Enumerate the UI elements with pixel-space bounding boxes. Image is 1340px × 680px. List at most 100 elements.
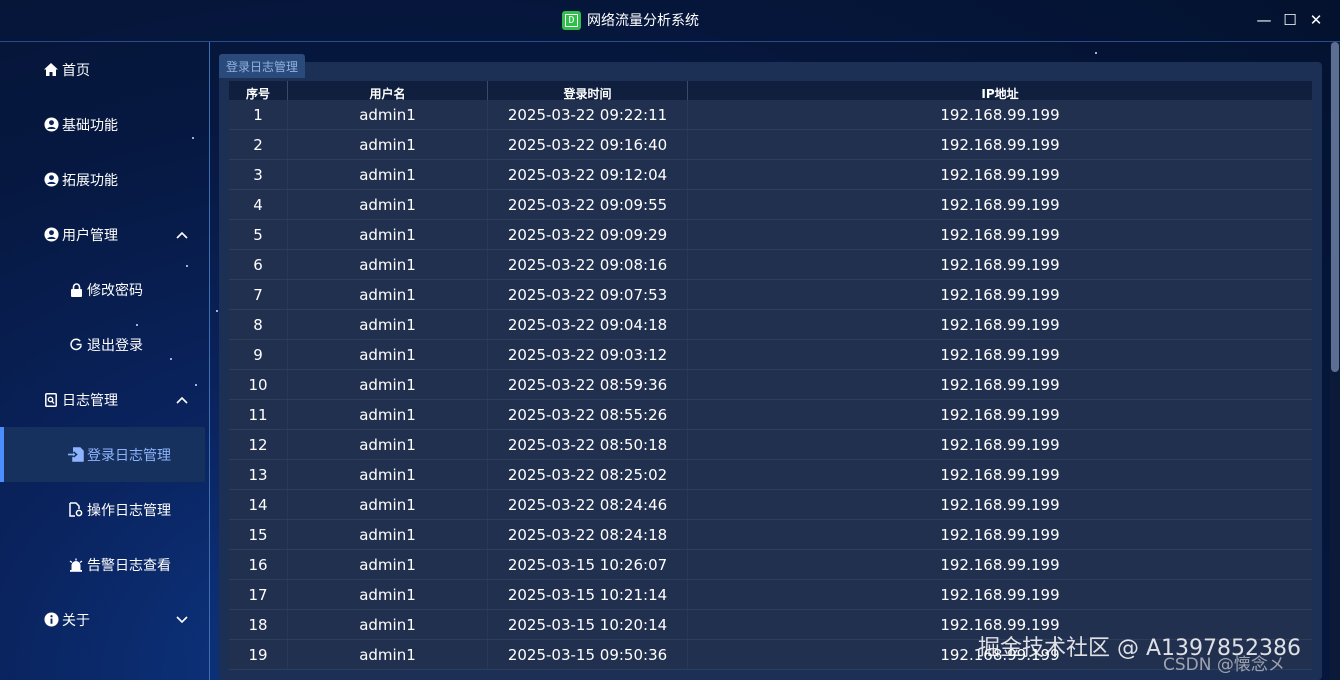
- sidebar: 首页 基础功能 拓展功能 用户管理 修改密码 退出登录 日志管理 登录日志管理 …: [0, 42, 209, 680]
- sidebar-item-operation-log[interactable]: 操作日志管理: [0, 482, 205, 537]
- sidebar-item-about[interactable]: 关于: [0, 592, 205, 647]
- cell-username: admin1: [288, 400, 488, 429]
- active-indicator: [0, 427, 4, 482]
- cell-login-time: 2025-03-15 10:20:14: [488, 610, 688, 639]
- table-row[interactable]: 8 admin1 2025-03-22 09:04:18 192.168.99.199: [229, 310, 1312, 340]
- maximize-button[interactable]: ☐: [1280, 10, 1300, 30]
- cell-username: admin1: [288, 460, 488, 489]
- cell-ip-address: 192.168.99.199: [940, 165, 1060, 184]
- sidebar-item-label: 基础功能: [62, 117, 118, 134]
- sidebar-item-user-management[interactable]: 用户管理: [0, 207, 205, 262]
- cell-login-time: 2025-03-22 09:08:16: [488, 250, 688, 279]
- chevron-up-icon: [176, 393, 188, 407]
- cell-ip-address: 192.168.99.199: [940, 525, 1060, 544]
- cell-index: 4: [229, 190, 288, 219]
- cell-login-time: 2025-03-15 10:26:07: [488, 550, 688, 579]
- watermark-text-secondary: CSDN @懐念メ: [1163, 655, 1285, 675]
- cell-login-time: 2025-03-22 08:55:26: [488, 400, 688, 429]
- cell-username: admin1: [288, 550, 488, 579]
- scrollbar-thumb[interactable]: [1331, 42, 1339, 372]
- table-row[interactable]: 16 admin1 2025-03-15 10:26:07 192.168.99.19…: [229, 550, 1312, 580]
- table-row[interactable]: 11 admin1 2025-03-22 08:55:26 192.168.99.19…: [229, 400, 1312, 430]
- sidebar-item-label: 登录日志管理: [87, 447, 171, 464]
- cell-ip-address: 192.168.99.199: [940, 495, 1060, 514]
- cell-index: 7: [229, 280, 288, 309]
- cell-index: 19: [229, 640, 288, 669]
- cell-login-time: 2025-03-22 08:24:46: [488, 490, 688, 519]
- table-row[interactable]: 12 admin1 2025-03-22 08:50:18 192.168.99.19…: [229, 430, 1312, 460]
- cell-ip-address: 192.168.99.199: [940, 225, 1060, 244]
- logout-icon: [68, 337, 84, 353]
- cell-index: 2: [229, 130, 288, 159]
- table-row[interactable]: 1 admin1 2025-03-22 09:22:11 192.168.99.199: [229, 100, 1312, 130]
- minimize-button[interactable]: —: [1254, 10, 1274, 30]
- sidebar-item-label: 拓展功能: [62, 172, 118, 189]
- sidebar-item-home[interactable]: 首页: [0, 42, 205, 97]
- window-title-text: 网络流量分析系统: [587, 13, 699, 29]
- cell-login-time: 2025-03-22 09:09:29: [488, 220, 688, 249]
- cell-ip-address: 192.168.99.199: [940, 255, 1060, 274]
- cell-login-time: 2025-03-22 09:03:12: [488, 340, 688, 369]
- table-row[interactable]: 7 admin1 2025-03-22 09:07:53 192.168.99.199: [229, 280, 1312, 310]
- lock-icon: [68, 282, 84, 298]
- cell-username: admin1: [288, 280, 488, 309]
- close-button[interactable]: ✕: [1306, 10, 1326, 30]
- sidebar-item-logout[interactable]: 退出登录: [0, 317, 205, 372]
- table-row[interactable]: 14 admin1 2025-03-22 08:24:46 192.168.99.19…: [229, 490, 1312, 520]
- cell-index: 9: [229, 340, 288, 369]
- cell-ip-address: 192.168.99.199: [940, 285, 1060, 304]
- cell-index: 17: [229, 580, 288, 609]
- cell-ip-address: 192.168.99.199: [940, 345, 1060, 364]
- cell-login-time: 2025-03-22 08:25:02: [488, 460, 688, 489]
- tab-login-log[interactable]: 登录日志管理: [219, 54, 305, 78]
- sidebar-item-label: 首页: [62, 62, 90, 79]
- chevron-up-icon: [176, 228, 188, 242]
- sidebar-item-label: 日志管理: [62, 392, 118, 409]
- sidebar-item-login-log[interactable]: 登录日志管理: [0, 427, 205, 482]
- home-icon: [43, 62, 59, 78]
- sidebar-item-alarm-log[interactable]: 告警日志查看: [0, 537, 205, 592]
- table-body: 1 admin1 2025-03-22 09:22:11 192.168.99.199…: [229, 100, 1312, 675]
- star-decoration: [216, 310, 218, 312]
- cell-login-time: 2025-03-22 09:12:04: [488, 160, 688, 189]
- operation-file-icon: [68, 502, 84, 518]
- table-row[interactable]: 2 admin1 2025-03-22 09:16:40 192.168.99.199: [229, 130, 1312, 160]
- cell-login-time: 2025-03-22 09:04:18: [488, 310, 688, 339]
- table-row[interactable]: 6 admin1 2025-03-22 09:08:16 192.168.99.199: [229, 250, 1312, 280]
- sidebar-item-extended[interactable]: 拓展功能: [0, 152, 205, 207]
- sidebar-item-basic[interactable]: 基础功能: [0, 97, 205, 152]
- cell-login-time: 2025-03-22 08:59:36: [488, 370, 688, 399]
- sidebar-item-label: 关于: [62, 612, 90, 629]
- cell-login-time: 2025-03-15 09:50:36: [488, 640, 688, 669]
- cell-index: 15: [229, 520, 288, 549]
- cell-ip-address: 192.168.99.199: [940, 465, 1060, 484]
- table-row[interactable]: 9 admin1 2025-03-22 09:03:12 192.168.99.199: [229, 340, 1312, 370]
- cell-login-time: 2025-03-22 09:16:40: [488, 130, 688, 159]
- table-row[interactable]: 15 admin1 2025-03-22 08:24:18 192.168.99.19…: [229, 520, 1312, 550]
- login-file-icon: [68, 447, 84, 463]
- cell-index: 12: [229, 430, 288, 459]
- user-circle-icon: [43, 227, 59, 243]
- cell-ip-address: 192.168.99.199: [940, 375, 1060, 394]
- log-icon: [43, 392, 59, 408]
- cell-username: admin1: [288, 520, 488, 549]
- sidebar-item-change-password[interactable]: 修改密码: [0, 262, 205, 317]
- cell-username: admin1: [288, 580, 488, 609]
- table-row[interactable]: 13 admin1 2025-03-22 08:25:02 192.168.99.19…: [229, 460, 1312, 490]
- table-row[interactable]: 17 admin1 2025-03-15 10:21:14 192.168.99.19…: [229, 580, 1312, 610]
- table-row[interactable]: 5 admin1 2025-03-22 09:09:29 192.168.99.199: [229, 220, 1312, 250]
- cell-username: admin1: [288, 160, 488, 189]
- cell-username: admin1: [288, 100, 488, 129]
- table-row[interactable]: 10 admin1 2025-03-22 08:59:36 192.168.99.19…: [229, 370, 1312, 400]
- sidebar-item-label: 退出登录: [87, 337, 143, 354]
- sidebar-item-log-management[interactable]: 日志管理: [0, 372, 205, 427]
- cell-ip-address: 192.168.99.199: [940, 105, 1060, 124]
- table-row[interactable]: 3 admin1 2025-03-22 09:12:04 192.168.99.199: [229, 160, 1312, 190]
- cell-login-time: 2025-03-22 09:07:53: [488, 280, 688, 309]
- table-row[interactable]: 4 admin1 2025-03-22 09:09:55 192.168.99.199: [229, 190, 1312, 220]
- cell-username: admin1: [288, 430, 488, 459]
- cell-username: admin1: [288, 310, 488, 339]
- cell-username: admin1: [288, 340, 488, 369]
- cell-login-time: 2025-03-22 08:50:18: [488, 430, 688, 459]
- cell-index: 1: [229, 100, 288, 129]
